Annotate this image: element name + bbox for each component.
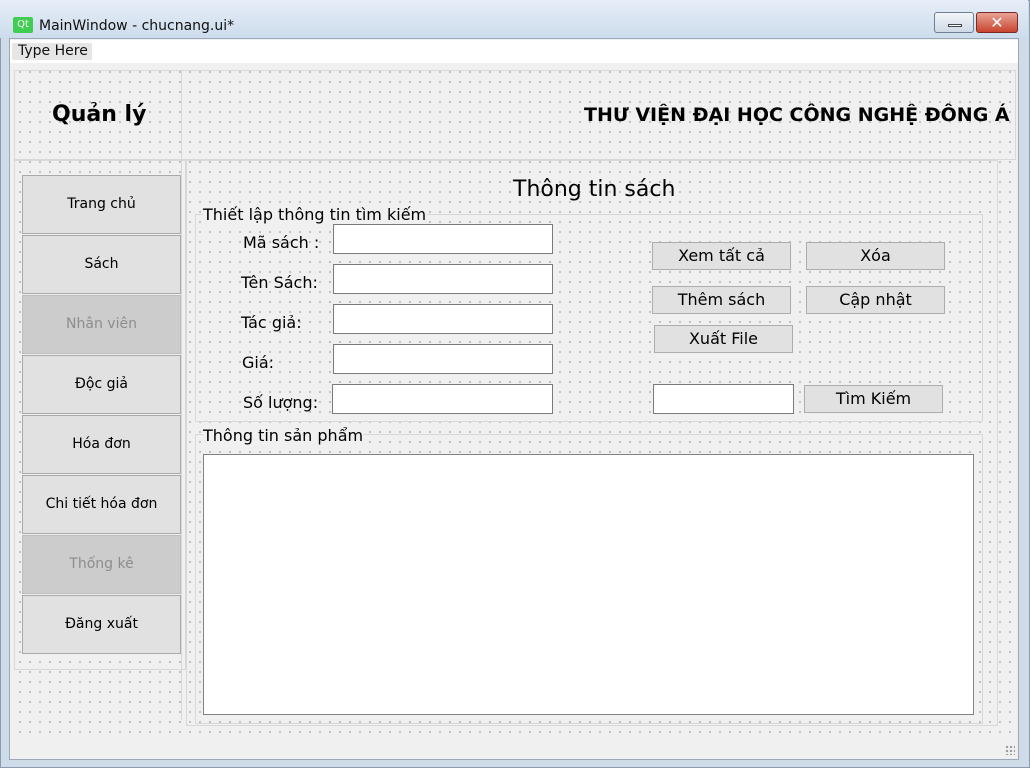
product-table[interactable] [203, 454, 974, 715]
quantity-input[interactable] [332, 384, 553, 414]
window-title: MainWindow - chucnang.ui* [39, 18, 235, 34]
menu-bar [10, 40, 1018, 63]
book-id-input[interactable] [333, 224, 553, 254]
price-label: Giá: [242, 353, 275, 372]
author-input[interactable] [333, 304, 553, 334]
sidebar-item-chi-tiet-hoa-don[interactable]: Chi tiết hóa đơn [22, 475, 181, 534]
close-button[interactable]: ✕ [976, 12, 1018, 33]
update-button[interactable]: Cập nhật [806, 286, 945, 314]
price-input[interactable] [333, 344, 553, 374]
sidebar-item-hoa-don[interactable]: Hóa đơn [22, 415, 181, 474]
sidebar-item-trang-chu[interactable]: Trang chủ [22, 175, 181, 234]
search-input[interactable] [653, 384, 794, 414]
search-group-title: Thiết lập thông tin tìm kiếm [203, 205, 427, 224]
export-file-button[interactable]: Xuất File [654, 325, 793, 353]
product-group-title: Thông tin sản phẩm [203, 426, 364, 445]
menu-type-here-placeholder[interactable]: Type Here [12, 43, 92, 60]
header-title: Quản lý [52, 102, 147, 127]
qt-app-icon: Qt [13, 17, 33, 33]
status-bar [10, 734, 1018, 758]
resize-grip-icon[interactable] [1005, 745, 1015, 755]
delete-button[interactable]: Xóa [806, 242, 945, 270]
book-name-label: Tên Sách: [241, 273, 318, 292]
sidebar-item-thong-ke: Thống kê [22, 535, 181, 594]
quantity-label: Số lượng: [243, 393, 319, 412]
sidebar-item-doc-gia[interactable]: Độc giả [22, 355, 181, 414]
minimize-icon [948, 24, 962, 27]
sidebar-item-nhan-vien: Nhân viên [22, 295, 181, 354]
view-all-button[interactable]: Xem tất cả [652, 242, 791, 270]
close-icon: ✕ [990, 13, 1004, 32]
book-name-input[interactable] [333, 264, 553, 294]
minimize-button[interactable] [934, 12, 974, 33]
sidebar-item-dang-xuat[interactable]: Đăng xuất [22, 595, 181, 654]
author-label: Tác giả: [241, 313, 302, 332]
add-book-button[interactable]: Thêm sách [652, 286, 791, 314]
search-button[interactable]: Tìm Kiếm [804, 385, 943, 413]
header-banner: THƯ VIỆN ĐẠI HỌC CÔNG NGHỆ ĐÔNG Á [584, 104, 1010, 126]
book-id-label: Mã sách : [243, 233, 320, 252]
sidebar-item-sach[interactable]: Sách [22, 235, 181, 294]
section-title: Thông tin sách [513, 177, 676, 202]
